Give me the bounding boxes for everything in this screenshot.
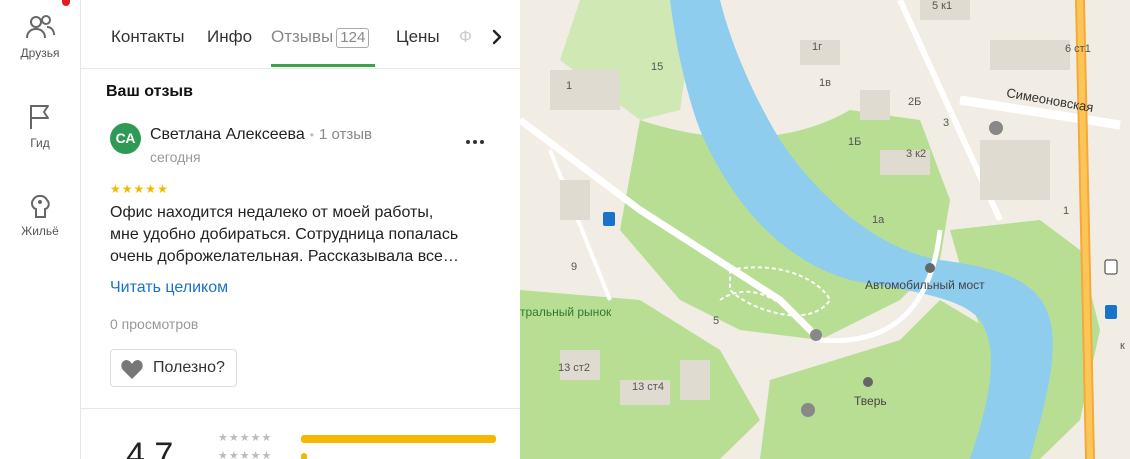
map-view[interactable]: Симеоновская Автомобильный мост тральный… xyxy=(520,0,1130,459)
house-number: 1 xyxy=(1063,205,1070,217)
house-number: 13 ст4 xyxy=(632,381,664,393)
house-number: 2Б xyxy=(908,96,922,108)
read-more-link[interactable]: Читать целиком xyxy=(110,279,228,297)
star-icon: ★ xyxy=(110,182,122,196)
house-number: 15 xyxy=(651,61,664,73)
city-label: Тверь xyxy=(854,394,887,408)
left-rail: Друзья Гид Жильё xyxy=(0,0,81,459)
review-date: сегодня xyxy=(150,149,201,165)
avatar[interactable]: СА xyxy=(110,123,141,154)
rail-item-guide[interactable]: Гид xyxy=(0,102,80,150)
tabs-next-button[interactable] xyxy=(485,24,509,50)
heart-icon xyxy=(121,360,143,379)
org-panel: Контакты Инфо Отзывы 124 Цены Ф Ваш отзыв… xyxy=(81,0,520,459)
tab-reviews[interactable]: Отзывы 124 xyxy=(271,27,370,48)
tab-contacts[interactable]: Контакты xyxy=(111,27,184,47)
map-canvas[interactable] xyxy=(520,0,1130,459)
house-number: 6 ст1 xyxy=(1065,43,1091,55)
useful-button[interactable]: Полезно? xyxy=(110,349,237,387)
review-text-line: мне удобно добираться. Сотрудница попала… xyxy=(110,226,459,243)
more-dots-icon xyxy=(466,140,484,144)
notification-dot xyxy=(62,0,70,6)
house-number: 3 к2 xyxy=(906,148,927,160)
review-stars: ★★★★★ xyxy=(110,182,169,196)
friends-icon xyxy=(26,15,55,39)
chevron-right-icon xyxy=(492,29,502,45)
review-text-line: Офис находится недалеко от моей работы, xyxy=(110,204,434,221)
house-number: 5 xyxy=(713,315,720,327)
house-number: 1г xyxy=(812,41,823,53)
rail-label-housing: Жильё xyxy=(21,224,59,238)
rail-item-housing[interactable]: Жильё xyxy=(0,190,80,238)
flag-icon xyxy=(30,105,49,129)
house-number: к xyxy=(1120,340,1125,352)
house-number: 3 xyxy=(943,117,950,129)
house-number: 1а xyxy=(872,214,885,226)
star-icon: ★ xyxy=(145,182,158,196)
house-number: 1 xyxy=(566,80,573,92)
house-icon xyxy=(31,194,50,218)
bridge-label: Автомобильный мост xyxy=(865,278,985,292)
star-icon: ★ xyxy=(157,182,169,196)
rail-item-friends[interactable]: Друзья xyxy=(0,12,80,60)
star-icon: ★ xyxy=(133,182,146,196)
house-number: 9 xyxy=(571,261,578,273)
rating-bar-5 xyxy=(301,435,496,443)
rating-bar-4 xyxy=(301,453,307,459)
house-number: 5 к1 xyxy=(932,0,953,12)
active-tab-indicator xyxy=(271,64,375,67)
tab-reviews-label: Отзывы xyxy=(271,27,334,46)
house-number: 13 ст2 xyxy=(558,362,590,374)
useful-label: Полезно? xyxy=(153,359,225,376)
dot-separator: • xyxy=(309,128,314,142)
star-icon: ★ xyxy=(121,182,134,196)
author-review-count[interactable]: 1 отзыв xyxy=(319,126,372,143)
market-label: тральный рынок xyxy=(520,305,612,319)
your-review-title: Ваш отзыв xyxy=(106,83,193,100)
tab-prices[interactable]: Цены xyxy=(396,27,440,47)
rail-label-guide: Гид xyxy=(30,136,50,150)
tab-photos-faded[interactable]: Ф xyxy=(459,27,472,47)
rating-row-4-stars: ★★★★★ xyxy=(218,450,273,459)
review-text-line: очень доброжелательная. Рассказывала все… xyxy=(110,248,459,265)
house-number: 1Б xyxy=(848,136,862,148)
reviews-count-badge: 124 xyxy=(336,28,370,48)
author-name[interactable]: Светлана Алексеева xyxy=(150,126,305,143)
rating-value: 4,7 xyxy=(126,436,174,459)
rail-label-friends: Друзья xyxy=(20,46,60,60)
review-author: Светлана Алексеева • 1 отзыв xyxy=(150,126,372,144)
tab-bar: Контакты Инфо Отзывы 124 Цены Ф xyxy=(81,0,520,69)
house-number: 1в xyxy=(819,77,831,89)
review-text: Офис находится недалеко от моей работы, … xyxy=(110,202,495,268)
tab-info[interactable]: Инфо xyxy=(207,27,252,47)
views-count: 0 просмотров xyxy=(110,316,199,332)
section-divider xyxy=(81,408,520,409)
rating-row-5-stars: ★★★★★ xyxy=(218,432,273,444)
more-options-button[interactable] xyxy=(465,128,485,151)
